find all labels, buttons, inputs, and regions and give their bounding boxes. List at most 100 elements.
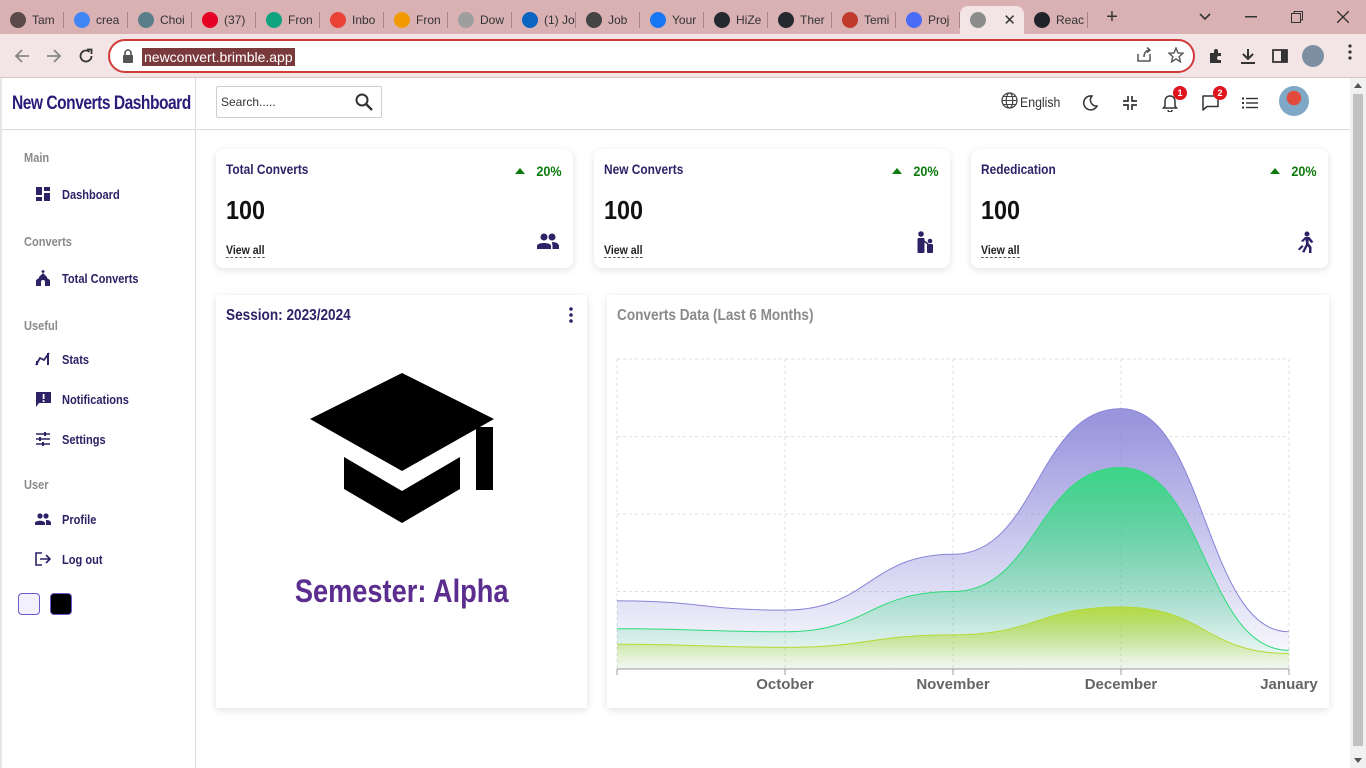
browser-tab[interactable]: crea: [64, 6, 128, 34]
tab-favicon-icon: [330, 12, 346, 28]
browser-tab[interactable]: HiZe: [704, 6, 768, 34]
browser-tab[interactable]: Choi: [128, 6, 192, 34]
browser-menu-icon[interactable]: [1340, 44, 1360, 68]
scroll-up-arrow[interactable]: [1354, 83, 1362, 88]
tab-favicon-icon: [650, 12, 666, 28]
tab-favicon-icon: [138, 12, 154, 28]
tab-label: (37): [224, 13, 246, 27]
sidebar: New Converts Dashboard Main Dashboard Co…: [0, 78, 196, 768]
sidebar-item-label: Stats: [62, 351, 90, 367]
dark-theme-swatch[interactable]: [50, 593, 72, 615]
address-bar[interactable]: newconvert.brimble.app: [108, 39, 1195, 73]
new-tab-button[interactable]: +: [1094, 6, 1130, 29]
sidebar-item-profile[interactable]: Profile: [34, 508, 102, 530]
tab-label: Reac: [1056, 13, 1085, 27]
extensions-icon[interactable]: [1204, 44, 1228, 68]
section-title-main: Main: [24, 150, 50, 165]
stat-card-new-converts: New Converts 20% 100 View all: [594, 149, 950, 268]
sidebar-item-stats[interactable]: Stats: [34, 348, 94, 370]
tab-favicon-icon: [778, 12, 794, 28]
search-input[interactable]: [221, 93, 351, 111]
scroll-down-arrow[interactable]: [1354, 758, 1362, 763]
sidebar-item-notifications[interactable]: Notifications: [34, 388, 141, 410]
stat-change-value: 20%: [1291, 163, 1317, 179]
user-avatar[interactable]: [1279, 86, 1309, 116]
browser-tab[interactable]: Tam: [0, 6, 64, 34]
dark-mode-icon[interactable]: [1079, 92, 1101, 114]
session-card: Session: 2023/2024 Semester: Alpha: [216, 295, 587, 708]
forward-icon[interactable]: [42, 44, 66, 68]
browser-tab[interactable]: Inbo: [320, 6, 384, 34]
x-tick-label: December: [1085, 676, 1158, 693]
restore-icon[interactable]: [1274, 0, 1320, 34]
dashboard-icon: [34, 185, 52, 203]
url-text[interactable]: newconvert.brimble.app: [142, 48, 295, 66]
stat-title: Rededication: [981, 161, 1056, 177]
graduation-cap-icon: [310, 371, 496, 528]
tab-favicon-icon: [202, 12, 218, 28]
minimize-icon[interactable]: [1228, 0, 1274, 34]
semester-text: Semester: Alpha: [294, 573, 509, 609]
messages-icon[interactable]: 2: [1199, 86, 1227, 114]
tab-favicon-icon: [458, 12, 474, 28]
browser-tab[interactable]: Fron: [384, 6, 448, 34]
view-all-link[interactable]: View all: [226, 243, 265, 258]
tab-label: Fron: [416, 13, 441, 27]
profile-avatar[interactable]: [1302, 45, 1324, 67]
browser-tab[interactable]: Proj: [896, 6, 960, 34]
share-icon[interactable]: [1136, 46, 1152, 68]
tab-label: Fron: [288, 13, 313, 27]
notification-icon: [34, 390, 52, 408]
semester-label: Semester: Alpha: [216, 573, 587, 610]
browser-tab[interactable]: ✕: [960, 6, 1024, 34]
tab-label: Tam: [32, 13, 55, 27]
close-window-icon[interactable]: [1320, 0, 1366, 34]
browser-tab[interactable]: Fron: [256, 6, 320, 34]
fullscreen-exit-icon[interactable]: [1119, 92, 1141, 114]
page: New Converts Dashboard Main Dashboard Co…: [0, 78, 1350, 768]
stat-change-value: 20%: [913, 163, 939, 179]
light-theme-swatch[interactable]: [18, 593, 40, 615]
tab-search-icon[interactable]: [1182, 0, 1228, 34]
language-label: English: [1020, 94, 1061, 110]
language-selector[interactable]: English: [1001, 92, 1066, 112]
globe-icon: [1001, 92, 1018, 112]
brand-title[interactable]: New Converts Dashboard: [12, 93, 191, 115]
browser-tab[interactable]: Your: [640, 6, 704, 34]
browser-tab[interactable]: Ther: [768, 6, 832, 34]
search-icon[interactable]: [355, 93, 373, 116]
reload-icon[interactable]: [74, 44, 98, 68]
notifications-bell-icon[interactable]: 1: [1159, 86, 1187, 114]
browser-tab[interactable]: Temi: [832, 6, 896, 34]
back-icon[interactable]: [10, 44, 34, 68]
bookmark-star-icon[interactable]: [1167, 46, 1185, 68]
sidebar-item-dashboard[interactable]: Dashboard: [34, 183, 130, 205]
sidebar-item-logout[interactable]: Log out: [34, 548, 110, 570]
side-panel-icon[interactable]: [1268, 44, 1292, 68]
view-all-link[interactable]: View all: [604, 243, 643, 258]
lock-icon: [123, 49, 133, 63]
view-all-link[interactable]: View all: [981, 243, 1020, 258]
sidebar-item-label: Log out: [62, 551, 103, 567]
download-icon[interactable]: [1236, 44, 1260, 68]
stat-value: 100: [226, 195, 266, 225]
more-options-icon[interactable]: [569, 307, 573, 328]
tab-favicon-icon: [522, 12, 538, 28]
sidebar-item-total-converts[interactable]: Total Converts: [34, 267, 152, 289]
browser-tab[interactable]: Job: [576, 6, 640, 34]
list-icon[interactable]: [1239, 92, 1261, 114]
tab-label: Ther: [800, 13, 825, 27]
browser-tab[interactable]: (1) Jo: [512, 6, 576, 34]
tab-favicon-icon: [1034, 12, 1050, 28]
scrollbar-thumb[interactable]: [1353, 94, 1363, 746]
browser-tab[interactable]: (37): [192, 6, 256, 34]
sidebar-item-settings[interactable]: Settings: [34, 428, 113, 450]
browser-tab[interactable]: Dow: [448, 6, 512, 34]
brand[interactable]: New Converts Dashboard: [2, 78, 195, 130]
page-scrollbar[interactable]: [1350, 78, 1366, 768]
tab-label: Job: [608, 13, 628, 27]
stat-title: New Converts: [604, 161, 684, 177]
browser-toolbar: newconvert.brimble.app: [0, 34, 1366, 78]
browser-tab[interactable]: Reac: [1024, 6, 1088, 34]
close-tab-icon[interactable]: ✕: [1003, 11, 1016, 29]
